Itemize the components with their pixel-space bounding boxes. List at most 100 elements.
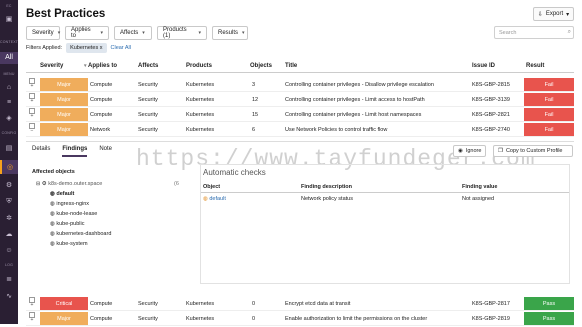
cell-objects: 15 bbox=[252, 112, 259, 118]
compass-icon[interactable]: ◎ bbox=[0, 160, 18, 174]
col-products[interactable]: Products bbox=[186, 63, 212, 69]
col-objects[interactable]: Objects bbox=[250, 63, 272, 69]
results-filter[interactable]: Results ▾ bbox=[212, 26, 248, 40]
cell-objects: 12 bbox=[252, 97, 259, 103]
context-all[interactable]: All bbox=[0, 52, 18, 64]
col-affects[interactable]: Affects bbox=[138, 63, 158, 69]
filter-chip-kubernetes[interactable]: Kubernetes x bbox=[66, 43, 107, 53]
sort-icon[interactable]: ▾ bbox=[84, 63, 87, 69]
copy-to-custom-profile-button[interactable]: ❐ Copy to Custom Profile bbox=[493, 145, 573, 157]
tree-item[interactable]: ◍ kube-public bbox=[36, 219, 111, 229]
col-result[interactable]: Result bbox=[526, 63, 544, 69]
cell-title[interactable]: Controlling container privileges - Limit… bbox=[285, 108, 421, 122]
cell-product: Kubernetes bbox=[186, 82, 215, 88]
cell-affects: Security bbox=[138, 301, 158, 307]
cell-issue-id: K8S-GBP-2821 bbox=[472, 112, 510, 118]
auto-row-object[interactable]: ◍ default bbox=[203, 196, 226, 202]
eye-icon: ◉ bbox=[458, 148, 463, 154]
gear-icon[interactable]: ✲ bbox=[4, 213, 14, 223]
expand-toggle[interactable]: + bbox=[29, 312, 35, 323]
tree-item[interactable]: ◍ default bbox=[36, 189, 111, 199]
layers-icon[interactable]: ≡ bbox=[4, 97, 14, 107]
cloud-icon[interactable]: ☁ bbox=[4, 229, 14, 239]
plug-icon[interactable]: ⚙ bbox=[4, 180, 14, 190]
lock-icon[interactable]: ⛨ bbox=[4, 197, 14, 207]
severity-badge: Major bbox=[40, 108, 88, 121]
cell-issue-id: K8S-GBP-2815 bbox=[472, 82, 510, 88]
search-icon[interactable]: ⌕ bbox=[568, 29, 571, 36]
cell-objects: 3 bbox=[252, 82, 256, 88]
ignore-button[interactable]: ◉ Ignore bbox=[453, 145, 487, 157]
expand-toggle[interactable]: − bbox=[29, 123, 35, 134]
col-applies-to[interactable]: Applies to bbox=[88, 63, 117, 69]
severity-badge: Major bbox=[40, 312, 88, 325]
col-issue-id[interactable]: Issue ID bbox=[472, 63, 495, 69]
tree-item[interactable]: ◍ kubernetes-dashboard bbox=[36, 229, 111, 239]
col-title[interactable]: Title bbox=[285, 63, 297, 69]
tree-item[interactable]: ◍ kube-node-lease bbox=[36, 209, 111, 219]
graph-icon[interactable]: ∿ bbox=[4, 291, 14, 301]
table-row[interactable]: − Major Network Security Kubernetes 6 Use Netw… bbox=[26, 123, 574, 137]
tree-root[interactable]: ⊟ ⚙ k8s-demo.outer.space (6 bbox=[36, 179, 179, 189]
tree-item[interactable]: ◍ kube-system bbox=[36, 239, 111, 249]
sidebar-tag-config: CONFIG bbox=[1, 131, 17, 135]
table-row[interactable]: + Major Compute Security Kubernetes 3 Controll… bbox=[26, 78, 574, 92]
severity-filter[interactable]: Severity ▾ bbox=[26, 26, 60, 40]
chevron-down-icon: ▾ bbox=[566, 11, 570, 18]
cell-title[interactable]: Encrypt etcd data at transit bbox=[285, 297, 350, 311]
result-badge: Pass bbox=[524, 312, 574, 325]
cell-objects: 6 bbox=[252, 127, 256, 133]
expand-toggle[interactable]: + bbox=[29, 78, 35, 89]
auto-col-value: Finding value bbox=[462, 184, 498, 190]
cell-applies: Network bbox=[90, 127, 111, 133]
table-header: Severity ▾ Applies to Affects Products O… bbox=[26, 63, 574, 73]
tree-item[interactable]: ◍ ingress-nginx bbox=[36, 199, 111, 209]
search-input[interactable]: Search bbox=[494, 26, 574, 39]
cell-applies: Compute bbox=[90, 82, 113, 88]
tab-findings[interactable]: Findings bbox=[62, 146, 88, 157]
user-icon[interactable]: ☺ bbox=[4, 245, 14, 255]
auto-col-description: Finding description bbox=[301, 184, 353, 190]
clear-all-link[interactable]: Clear All bbox=[111, 45, 131, 51]
filter-bar: Severity ▾ Applies to ▾ Affects ▾ Products … bbox=[26, 26, 248, 40]
expand-toggle[interactable]: + bbox=[29, 108, 35, 119]
table-row[interactable]: + Critical Compute Security Kubernetes 0 Encry… bbox=[26, 297, 574, 311]
export-icon: ⇩ bbox=[537, 11, 543, 18]
result-badge: Fail bbox=[524, 123, 574, 136]
table-row[interactable]: + Major Compute Security Kubernetes 12 Control… bbox=[26, 93, 574, 107]
chevron-down-icon: ▾ bbox=[100, 30, 103, 36]
tab-details[interactable]: Details bbox=[32, 146, 50, 157]
namespace-icon: ◍ bbox=[50, 231, 55, 237]
col-severity[interactable]: Severity bbox=[40, 63, 63, 69]
sidebar: EC ▣ CONTEXT All MENU ⌂ ≡ ◈ CONFIG ▤ ◎ ⚙… bbox=[0, 0, 18, 324]
cell-title[interactable]: Use Network Policies to control traffic … bbox=[285, 123, 387, 137]
namespace-icon: ◍ bbox=[203, 196, 208, 202]
chart-icon[interactable]: ▤ bbox=[4, 143, 14, 153]
affects-filter[interactable]: Affects ▾ bbox=[114, 26, 152, 40]
cell-product: Kubernetes bbox=[186, 127, 215, 133]
automatic-checks: Automatic checks Object Finding descript… bbox=[200, 164, 570, 284]
tree-item-label: kube-system bbox=[56, 241, 88, 247]
cell-affects: Security bbox=[138, 127, 158, 133]
affects-filter-label: Affects bbox=[120, 30, 139, 36]
cell-issue-id: K8S-GBP-2740 bbox=[472, 127, 510, 133]
expand-toggle[interactable]: + bbox=[29, 297, 35, 308]
expand-toggle[interactable]: + bbox=[29, 93, 35, 104]
cell-title[interactable]: Controlling container privileges - Limit… bbox=[285, 93, 425, 107]
auto-row-object-label: default bbox=[209, 196, 226, 202]
home-icon[interactable]: ⌂ bbox=[4, 82, 14, 92]
result-badge: Fail bbox=[524, 78, 574, 91]
applies-to-filter[interactable]: Applies to ▾ bbox=[65, 26, 109, 40]
cell-title[interactable]: Controlling container privileges - Disal… bbox=[285, 78, 434, 92]
export-button[interactable]: ⇩ Export ▾ bbox=[533, 7, 574, 21]
products-filter[interactable]: Products (1) ▾ bbox=[157, 26, 207, 40]
briefcase-icon[interactable]: ▣ bbox=[4, 14, 14, 24]
tab-note[interactable]: Note bbox=[99, 146, 112, 157]
collapse-icon[interactable]: ⊟ bbox=[36, 181, 40, 187]
auto-row-description: Network policy status bbox=[301, 196, 353, 202]
cluster-icon: ⚙ bbox=[41, 181, 47, 187]
sidebar-tag-menu: MENU bbox=[3, 72, 15, 76]
table-row[interactable]: + Major Compute Security Kubernetes 15 Control… bbox=[26, 108, 574, 122]
cube-icon[interactable]: ◈ bbox=[4, 113, 14, 123]
list-icon[interactable]: ≣ bbox=[4, 274, 14, 284]
